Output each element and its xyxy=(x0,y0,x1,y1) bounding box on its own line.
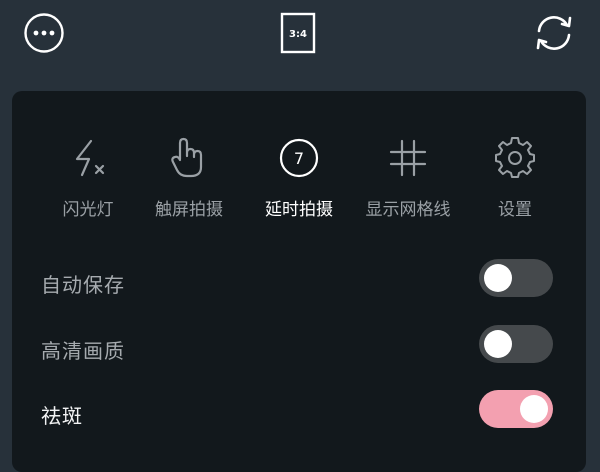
mode-flash[interactable]: 闪光灯 xyxy=(33,135,143,225)
setting-hd-quality: 高清画质 xyxy=(12,319,586,377)
mode-label: 触屏拍摄 xyxy=(155,200,223,220)
mode-touch-capture[interactable]: 触屏拍摄 xyxy=(134,135,244,225)
mode-label: 闪光灯 xyxy=(62,200,114,220)
setting-label: 高清画质 xyxy=(41,339,125,363)
toggle-knob xyxy=(520,395,548,423)
mode-grid-lines[interactable]: 显示网格线 xyxy=(353,135,463,225)
aspect-ratio-button[interactable]: 3:4 xyxy=(280,12,316,54)
setting-blemish-removal: 祛斑 xyxy=(12,384,586,442)
camera-switch-icon xyxy=(536,16,572,50)
setting-label: 自动保存 xyxy=(41,273,125,297)
toggle-knob xyxy=(484,264,512,292)
timer-value: 7 xyxy=(294,149,304,168)
setting-label: 祛斑 xyxy=(41,404,83,428)
toggle-knob xyxy=(484,330,512,358)
blemish-removal-toggle[interactable] xyxy=(479,390,553,428)
mode-settings[interactable]: 设置 xyxy=(460,135,570,225)
more-button[interactable] xyxy=(22,11,66,55)
gear-icon xyxy=(495,137,535,178)
mode-label: 显示网格线 xyxy=(365,200,451,220)
top-toolbar: 3:4 xyxy=(0,0,600,70)
timer-circle-icon: 7 xyxy=(279,138,319,178)
aspect-ratio-icon: 3:4 xyxy=(280,12,316,54)
mode-label: 设置 xyxy=(498,200,532,220)
mode-timer[interactable]: 7 延时拍摄 xyxy=(244,135,354,225)
setting-auto-save: 自动保存 xyxy=(12,253,586,311)
switch-camera-button[interactable] xyxy=(531,11,577,55)
mode-bar: 闪光灯 触屏拍摄 7 延时拍摄 显示网格线 设置 xyxy=(12,91,586,236)
aspect-ratio-label: 3:4 xyxy=(289,29,307,40)
grid-hash-icon xyxy=(389,139,427,177)
touch-hand-icon xyxy=(171,137,203,178)
more-horizontal-circle-icon xyxy=(24,13,64,53)
mode-label: 延时拍摄 xyxy=(265,200,333,220)
camera-settings-panel: 闪光灯 触屏拍摄 7 延时拍摄 显示网格线 设置 自动保存 高清画质 祛斑 xyxy=(12,91,586,472)
flash-off-icon xyxy=(75,139,105,177)
hd-quality-toggle[interactable] xyxy=(479,325,553,363)
auto-save-toggle[interactable] xyxy=(479,259,553,297)
